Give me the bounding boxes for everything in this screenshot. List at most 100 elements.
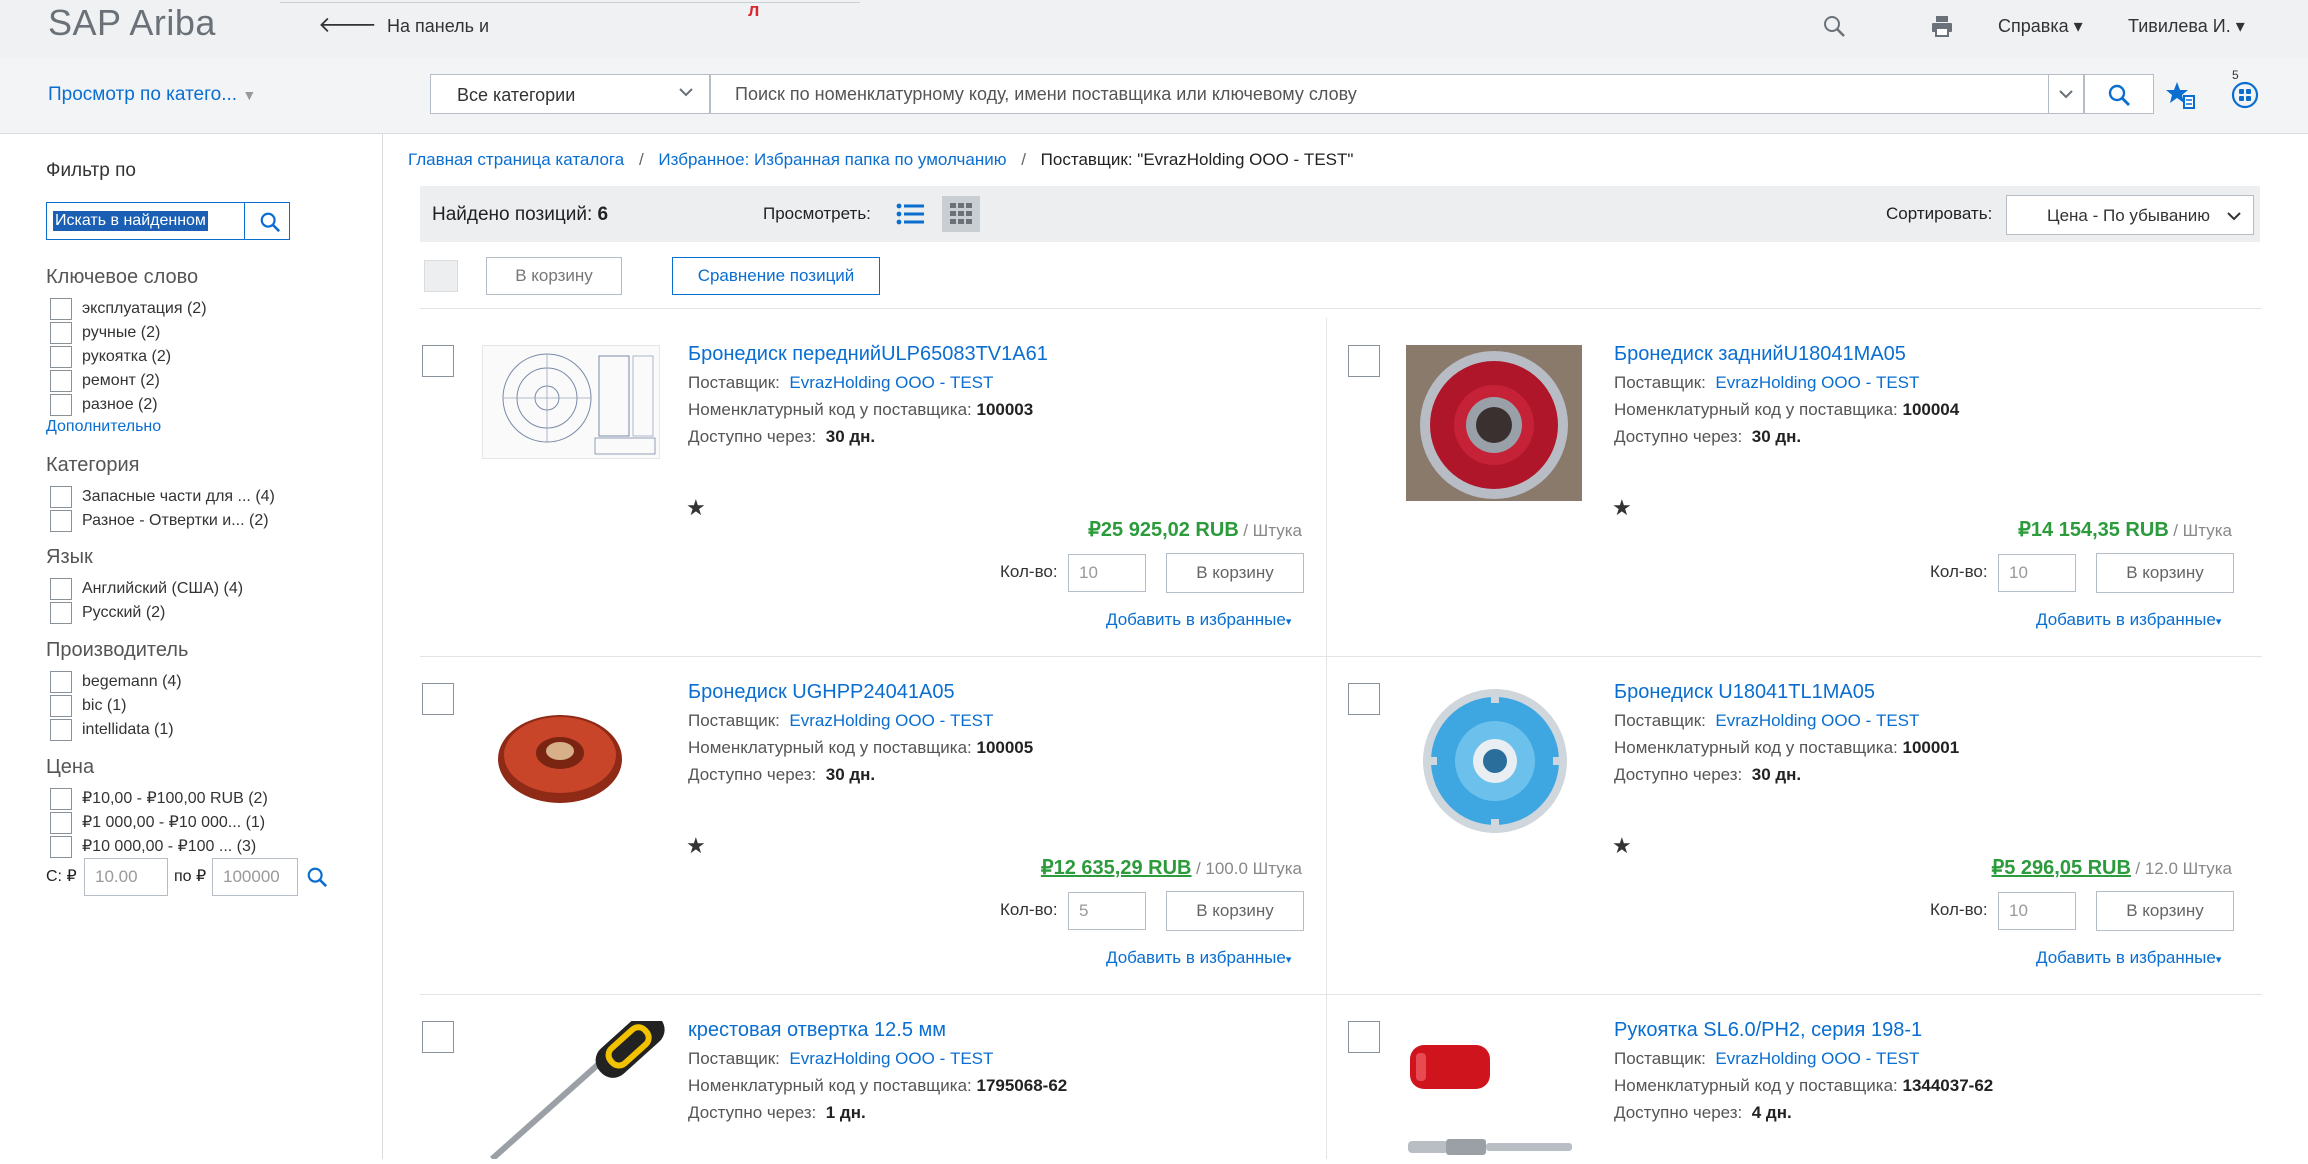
checkbox[interactable] [50, 298, 72, 320]
back-to-dashboard-link[interactable]: 🡐 На панель и [318, 12, 489, 38]
supplier-link[interactable]: EvrazHolding ООО - TEST [789, 711, 993, 730]
checkbox[interactable] [50, 346, 72, 368]
checkbox[interactable] [50, 370, 72, 392]
product-title-link[interactable]: Бронедиск переднийULP65083TV1A61 [688, 343, 1048, 366]
product-price-link[interactable]: ₽12 635,29 RUB [1041, 857, 1192, 879]
product-price-link[interactable]: ₽5 296,05 RUB [1991, 857, 2130, 879]
add-to-favorites-link[interactable]: Добавить в избранные▾ [2036, 948, 2221, 968]
product-image[interactable] [482, 345, 660, 459]
add-to-cart-button[interactable]: В корзину [486, 257, 622, 295]
filter-search-input[interactable]: Искать в найденном [53, 211, 208, 231]
breadcrumb-favorites[interactable]: Избранное: Избранная папка по умолчанию [658, 150, 1006, 169]
browse-categories-menu[interactable]: Просмотр по катего... ▼ [48, 84, 256, 106]
product-checkbox[interactable] [1348, 1021, 1380, 1053]
price-filter-item[interactable]: ₽1 000,00 - ₽10 000... (1) [50, 812, 268, 836]
checkbox[interactable] [50, 719, 72, 741]
user-menu[interactable]: Тивилева И. ▾ [2128, 16, 2245, 37]
keyword-filter-item[interactable]: рукоятка (2) [50, 346, 207, 370]
product-checkbox[interactable] [422, 683, 454, 715]
category-filter-item[interactable]: Разное - Отвертки и... (2) [50, 510, 275, 534]
supplier-link[interactable]: EvrazHolding ООО - TEST [789, 1049, 993, 1068]
star-icon[interactable]: ★ [1612, 833, 1632, 859]
product-title-link[interactable]: Бронедиск U18041TL1MA05 [1614, 681, 1875, 704]
keyword-filter-item[interactable]: эксплуатация (2) [50, 298, 207, 322]
search-icon[interactable] [1822, 14, 1846, 43]
manufacturer-filter-item[interactable]: bic (1) [50, 695, 182, 719]
quantity-input[interactable]: 10 [1998, 554, 2076, 592]
help-menu[interactable]: Справка ▾ [1998, 16, 2083, 37]
product-image[interactable] [482, 1021, 682, 1159]
search-options-dropdown[interactable] [2048, 74, 2084, 114]
add-to-favorites-link[interactable]: Добавить в избранные▾ [1106, 610, 1291, 630]
manufacturer-filter-item[interactable]: intellidata (1) [50, 719, 182, 743]
checkbox[interactable] [50, 486, 72, 508]
search-icon[interactable] [259, 211, 281, 238]
checkbox[interactable] [50, 578, 72, 600]
product-title-link[interactable]: крестовая отвертка 12.5 мм [688, 1019, 946, 1042]
cart-icon[interactable] [2230, 80, 2260, 115]
checkbox[interactable] [50, 602, 72, 624]
filter-search-field[interactable]: Искать в найденном [46, 202, 290, 240]
category-select[interactable]: Все категории [430, 74, 710, 114]
sort-select[interactable]: Цена - По убыванию [2006, 195, 2254, 235]
quantity-input[interactable]: 5 [1068, 892, 1146, 930]
star-icon[interactable]: ★ [686, 833, 706, 859]
breadcrumb-home[interactable]: Главная страница каталога [408, 150, 624, 169]
checkbox[interactable] [50, 788, 72, 810]
supplier-link[interactable]: EvrazHolding ООО - TEST [1715, 1049, 1919, 1068]
search-icon[interactable] [306, 866, 328, 893]
star-icon[interactable]: ★ [1612, 495, 1632, 521]
language-filter-item[interactable]: Английский (США) (4) [50, 578, 243, 602]
product-image[interactable] [494, 703, 634, 813]
keyword-filter-item[interactable]: ремонт (2) [50, 370, 207, 394]
quantity-input[interactable]: 10 [1998, 892, 2076, 930]
keyword-filter-item[interactable]: ручные (2) [50, 322, 207, 346]
keyword-filter-item[interactable]: разное (2) [50, 394, 207, 418]
product-image[interactable] [1406, 345, 1582, 501]
add-to-cart-button[interactable]: В корзину [1166, 553, 1304, 593]
product-image[interactable] [1406, 1041, 1576, 1159]
checkbox[interactable] [50, 695, 72, 717]
product-image[interactable] [1420, 683, 1570, 839]
price-from-input[interactable]: 10.00 [84, 858, 168, 896]
filter-item-label: Запасные части для ... (4) [82, 488, 275, 506]
compare-items-button[interactable]: Сравнение позиций [672, 257, 880, 295]
supplier-link[interactable]: EvrazHolding ООО - TEST [1715, 373, 1919, 392]
add-to-cart-button[interactable]: В корзину [2096, 553, 2234, 593]
checkbox[interactable] [50, 322, 72, 344]
language-filter-item[interactable]: Русский (2) [50, 602, 243, 626]
checkbox[interactable] [50, 394, 72, 416]
print-icon[interactable] [1930, 14, 1954, 43]
add-to-cart-button[interactable]: В корзину [2096, 891, 2234, 931]
list-view-icon[interactable] [896, 202, 926, 231]
search-button[interactable] [2084, 74, 2154, 114]
product-checkbox[interactable] [1348, 345, 1380, 377]
manufacturer-filter-item[interactable]: begemann (4) [50, 671, 182, 695]
quantity-input[interactable]: 10 [1068, 554, 1146, 592]
product-checkbox[interactable] [422, 345, 454, 377]
star-icon[interactable]: ★ [686, 495, 706, 521]
supplier-link[interactable]: EvrazHolding ООО - TEST [1715, 711, 1919, 730]
grid-view-icon[interactable] [942, 196, 980, 232]
product-checkbox[interactable] [1348, 683, 1380, 715]
supplier-link[interactable]: EvrazHolding ООО - TEST [789, 373, 993, 392]
select-all-checkbox[interactable] [424, 260, 458, 292]
checkbox[interactable] [50, 671, 72, 693]
product-title-link[interactable]: Рукоятка SL6.0/PH2, серия 198-1 [1614, 1019, 1922, 1042]
checkbox[interactable] [50, 812, 72, 834]
add-to-favorites-link[interactable]: Добавить в избранные▾ [2036, 610, 2221, 630]
product-title-link[interactable]: Бронедиск заднийU18041MA05 [1614, 343, 1906, 366]
product-title-link[interactable]: Бронедиск UGHPP24041A05 [688, 681, 955, 704]
add-to-favorites-link[interactable]: Добавить в избранные▾ [1106, 948, 1291, 968]
price-filter-item[interactable]: ₽10 000,00 - ₽100 ... (3) [50, 836, 268, 860]
add-to-cart-button[interactable]: В корзину [1166, 891, 1304, 931]
checkbox[interactable] [50, 510, 72, 532]
checkbox[interactable] [50, 836, 72, 858]
product-checkbox[interactable] [422, 1021, 454, 1053]
category-filter-item[interactable]: Запасные части для ... (4) [50, 486, 275, 510]
price-to-input[interactable]: 100000 [212, 858, 298, 896]
catalog-search-input[interactable]: Поиск по номенклатурному коду, имени пос… [710, 74, 2050, 114]
more-keywords-link[interactable]: Дополнительно [46, 418, 161, 436]
price-filter-item[interactable]: ₽10,00 - ₽100,00 RUB (2) [50, 788, 268, 812]
favorites-list-icon[interactable] [2166, 80, 2196, 115]
